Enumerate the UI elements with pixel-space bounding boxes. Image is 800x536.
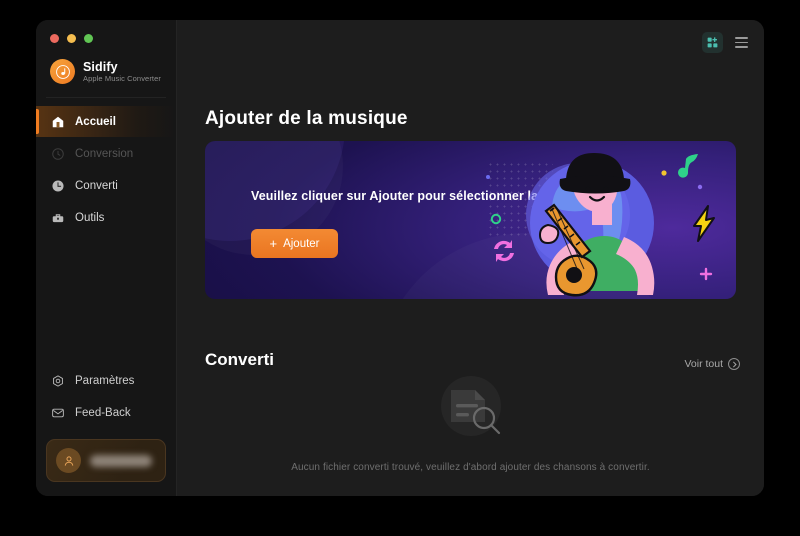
close-button[interactable] <box>50 34 59 43</box>
screen: Sidify Apple Music Converter Accueil Con… <box>0 0 800 536</box>
empty-state: Aucun fichier converti trouvé, veuillez … <box>177 376 764 473</box>
sidebar-item-label: Paramètres <box>75 374 135 387</box>
converted-section-title: Converti <box>205 350 274 369</box>
guitarist-illustration <box>474 141 736 299</box>
hamburger-menu-icon[interactable] <box>735 34 748 51</box>
sidebar-item-accueil[interactable]: Accueil <box>36 106 176 137</box>
add-music-banner: Veuillez cliquer sur Ajouter pour sélect… <box>205 141 736 299</box>
sidebar-item-label: Conversion <box>75 147 134 160</box>
user-icon <box>56 448 81 473</box>
document-search-icon <box>429 376 513 440</box>
account-card[interactable] <box>46 439 166 482</box>
empty-state-message: Aucun fichier converti trouvé, veuillez … <box>291 462 650 473</box>
brand-subtitle: Apple Music Converter <box>83 73 161 83</box>
sidebar-item-label: Converti <box>75 179 118 192</box>
music-note-decor <box>678 154 698 178</box>
page-title: Ajouter de la musique <box>205 108 408 129</box>
main-content: Ajouter de la musique Veuillez cliquer s… <box>177 20 764 496</box>
window-controls <box>36 20 176 43</box>
account-name <box>90 454 152 467</box>
minimize-button[interactable] <box>67 34 76 43</box>
brand: Sidify Apple Music Converter <box>36 43 176 84</box>
sidebar-item-label: Outils <box>75 211 105 224</box>
sidebar-nav: Accueil Conversion Converti Outils <box>36 106 176 233</box>
zoom-button[interactable] <box>84 34 93 43</box>
sidebar-item-parametres[interactable]: Paramètres <box>36 365 176 396</box>
sidebar-item-outils[interactable]: Outils <box>36 202 176 233</box>
sidebar-item-feedback[interactable]: Feed-Back <box>36 397 176 428</box>
envelope-icon <box>50 405 65 420</box>
sidebar-item-label: Feed-Back <box>75 406 131 419</box>
see-all-link[interactable]: Voir tout <box>684 358 740 370</box>
plus-icon: + <box>269 236 278 251</box>
sidebar-item-label: Accueil <box>75 115 116 128</box>
sidebar: Sidify Apple Music Converter Accueil Con… <box>36 20 177 496</box>
toolbox-icon <box>50 210 65 225</box>
brand-title: Sidify <box>83 59 118 74</box>
sidify-note-logo-icon <box>50 59 75 84</box>
add-button-label: Ajouter <box>283 237 320 250</box>
sidebar-item-converti[interactable]: Converti <box>36 170 176 201</box>
home-icon <box>50 114 65 129</box>
clock-icon <box>50 178 65 193</box>
gear-icon <box>50 373 65 388</box>
apps-add-grid-icon[interactable] <box>702 32 723 53</box>
sidebar-item-conversion[interactable]: Conversion <box>36 138 176 169</box>
chevron-right-circle-icon <box>728 358 740 370</box>
add-button[interactable]: + Ajouter <box>251 229 338 258</box>
see-all-label: Voir tout <box>684 358 723 370</box>
refresh-icon <box>50 146 65 161</box>
top-toolbar <box>702 32 748 53</box>
app-window: Sidify Apple Music Converter Accueil Con… <box>36 20 764 496</box>
sidebar-bottom: Paramètres Feed-Back <box>36 365 176 496</box>
sidebar-divider <box>46 97 166 98</box>
